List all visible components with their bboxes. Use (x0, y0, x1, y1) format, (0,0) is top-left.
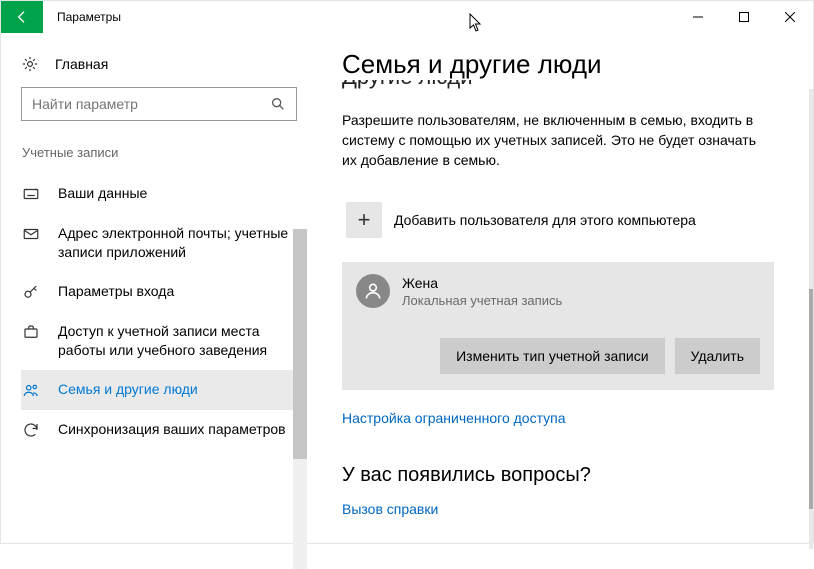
sidebar-item-your-info[interactable]: Ваши данные (21, 174, 301, 214)
main-scrollbar[interactable] (809, 89, 813, 549)
close-button[interactable] (767, 1, 813, 33)
key-icon (22, 283, 40, 301)
sidebar-item-label: Семья и другие люди (58, 380, 297, 399)
user-actions: Изменить тип учетной записи Удалить (356, 338, 760, 374)
sidebar-item-work-access[interactable]: Доступ к учетной записи места работы или… (21, 312, 301, 370)
person-icon (363, 281, 383, 301)
sidebar-nav: Ваши данные Адрес электронной почты; уче… (21, 174, 303, 450)
search-box[interactable] (21, 87, 297, 121)
truncated-subheading: Другие люди (342, 80, 783, 96)
delete-user-button[interactable]: Удалить (675, 338, 760, 374)
home-label: Главная (55, 56, 108, 72)
sidebar-item-label: Доступ к учетной записи места работы или… (58, 322, 297, 360)
sidebar-item-label: Синхронизация ваших параметров (58, 420, 297, 439)
window-title: Параметры (43, 1, 121, 33)
people-icon (22, 381, 40, 399)
sync-icon (22, 421, 40, 439)
arrow-left-icon (14, 9, 30, 25)
title-bar: Параметры (1, 1, 813, 33)
user-header: Жена Локальная учетная запись (356, 274, 760, 308)
add-user-label: Добавить пользователя для этого компьюте… (394, 212, 696, 228)
sidebar-scrollbar-thumb[interactable] (293, 229, 307, 459)
main-pane: Семья и другие люди Другие люди Разрешит… (307, 33, 813, 543)
user-name: Жена (402, 275, 562, 291)
help-link[interactable]: Вызов справки (342, 501, 783, 517)
search-input[interactable] (32, 96, 270, 112)
avatar (356, 274, 390, 308)
sidebar-item-label: Адрес электронной почты; учетные записи … (58, 224, 297, 262)
add-user-button[interactable]: + Добавить пользователя для этого компью… (342, 194, 772, 246)
main-scrollbar-thumb[interactable] (809, 289, 813, 509)
cursor-icon (469, 13, 485, 33)
user-block[interactable]: Жена Локальная учетная запись Изменить т… (342, 262, 774, 390)
home-nav[interactable]: Главная (21, 51, 303, 87)
sidebar-section-label: Учетные записи (21, 145, 303, 160)
sidebar-item-sync[interactable]: Синхронизация ваших параметров (21, 410, 301, 450)
plus-icon: + (346, 202, 382, 238)
change-account-type-button[interactable]: Изменить тип учетной записи (440, 338, 664, 374)
page-heading: Семья и другие люди (342, 49, 783, 80)
briefcase-icon (22, 323, 40, 341)
back-button[interactable] (1, 1, 43, 33)
gear-icon (21, 55, 39, 73)
sidebar-item-label: Параметры входа (58, 282, 297, 301)
minimize-button[interactable] (675, 1, 721, 33)
search-icon (270, 96, 286, 112)
mail-icon (22, 225, 40, 243)
sidebar-item-email-accounts[interactable]: Адрес электронной почты; учетные записи … (21, 214, 301, 272)
maximize-button[interactable] (721, 1, 767, 33)
minimize-icon (693, 12, 703, 22)
sidebar-item-signin-options[interactable]: Параметры входа (21, 272, 301, 312)
sidebar-item-family[interactable]: Семья и другие люди (21, 370, 301, 410)
description-text: Разрешите пользователям, не включенным в… (342, 110, 772, 170)
restricted-access-link[interactable]: Настройка ограниченного доступа (342, 410, 783, 426)
content-area: Главная Учетные записи Ваши данные Адрес… (1, 33, 813, 543)
close-icon (785, 12, 795, 22)
sidebar: Главная Учетные записи Ваши данные Адрес… (1, 33, 307, 543)
sidebar-scrollbar[interactable] (293, 229, 307, 569)
id-card-icon (22, 185, 40, 203)
maximize-icon (739, 12, 749, 22)
user-subtitle: Локальная учетная запись (402, 293, 562, 308)
sidebar-item-label: Ваши данные (58, 184, 297, 203)
window-controls (675, 1, 813, 33)
question-heading: У вас появились вопросы? (342, 464, 783, 487)
